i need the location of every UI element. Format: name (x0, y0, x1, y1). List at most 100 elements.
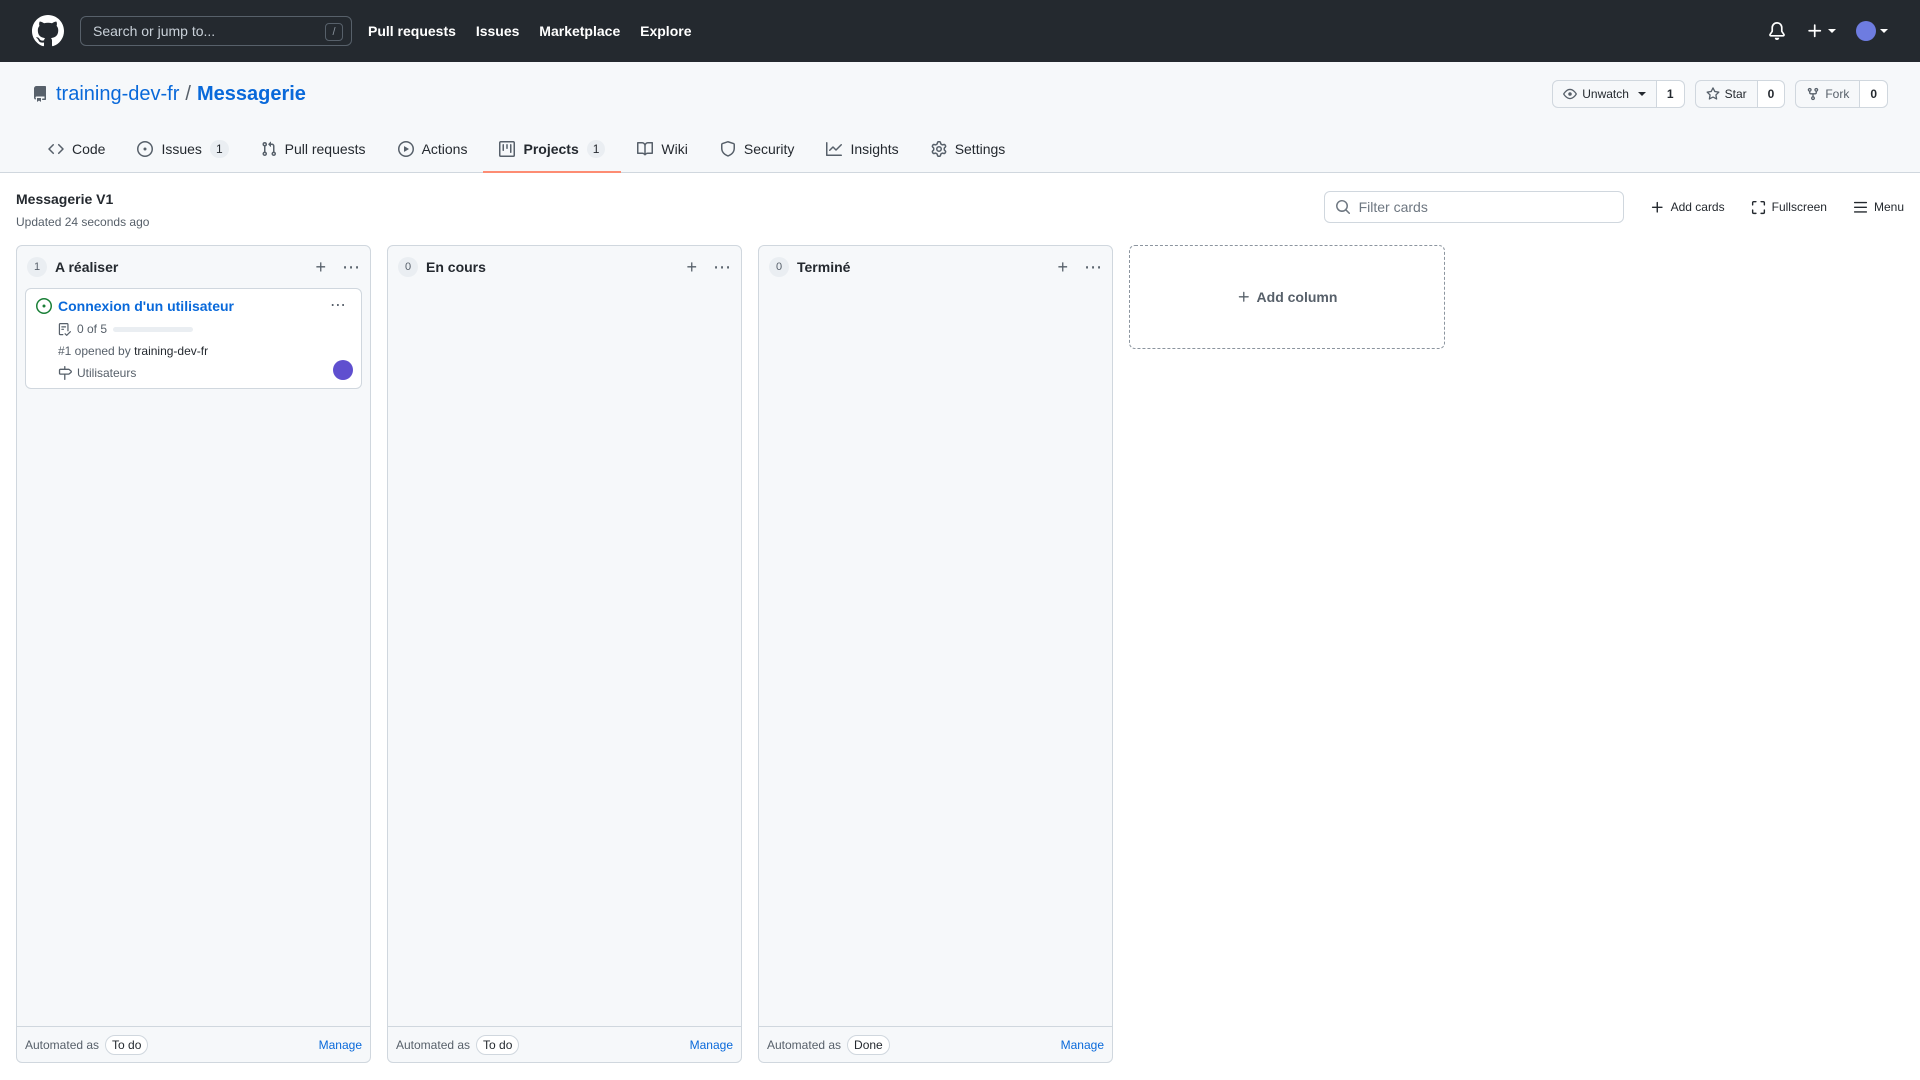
fullscreen-button[interactable]: Fullscreen (1751, 191, 1827, 223)
repo-tabs: Code Issues 1 Pull requests Actions Proj… (0, 126, 1920, 173)
issue-card-title-link[interactable]: Connexion d'un utilisateur (58, 298, 234, 314)
fullscreen-label: Fullscreen (1771, 200, 1827, 214)
add-cards-button[interactable]: Add cards (1650, 191, 1725, 223)
manage-automation-link[interactable]: Manage (319, 1038, 362, 1052)
add-column-button[interactable]: Add column (1129, 245, 1445, 349)
task-progress-bar (113, 326, 194, 332)
search-input[interactable]: Search or jump to... / (80, 16, 352, 46)
nav-explore[interactable]: Explore (640, 23, 691, 39)
menu-button[interactable]: Menu (1853, 191, 1904, 223)
repo-icon (34, 86, 46, 102)
manage-automation-link[interactable]: Manage (690, 1038, 733, 1052)
kebab-horizontal-icon[interactable]: ⋯ (1084, 257, 1102, 278)
watch-button-group: Unwatch 1 (1552, 80, 1685, 108)
issue-card[interactable]: Connexion d'un utilisateur ⋯ 0 of 5 #1 o… (25, 288, 362, 389)
fork-button[interactable]: Fork (1796, 81, 1859, 107)
milestone-label: Utilisateurs (77, 366, 137, 380)
user-menu[interactable] (1856, 21, 1888, 41)
tab-code[interactable]: Code (32, 126, 121, 172)
project-board: 1 A réaliser + ⋯ Connexion d'un utilisat… (0, 245, 1920, 1063)
tab-code-label: Code (72, 141, 106, 157)
project-title[interactable]: Messagerie V1 (16, 191, 149, 207)
issue-author-link[interactable]: training-dev-fr (134, 344, 208, 358)
forks-count[interactable]: 0 (1859, 81, 1887, 107)
column-title[interactable]: Terminé (797, 259, 850, 275)
eye-icon (1563, 88, 1578, 100)
gear-icon (931, 141, 947, 157)
nav-pull-requests[interactable]: Pull requests (368, 23, 456, 39)
tab-insights-label: Insights (850, 141, 899, 157)
nav-issues[interactable]: Issues (476, 23, 520, 39)
filter-cards-input[interactable]: Filter cards (1323, 191, 1624, 223)
bell-icon[interactable] (1768, 22, 1786, 40)
tab-security[interactable]: Security (704, 126, 811, 172)
tab-issues[interactable]: Issues 1 (121, 126, 244, 172)
tab-projects[interactable]: Projects 1 (483, 126, 622, 173)
star-icon (1706, 87, 1720, 100)
star-label: Star (1724, 87, 1747, 101)
add-card-plus-icon[interactable]: + (686, 257, 697, 278)
search-placeholder: Search or jump to... (93, 23, 216, 39)
avatar (1856, 21, 1876, 41)
search-shortcut-key: / (325, 23, 343, 41)
tab-pull-requests[interactable]: Pull requests (245, 126, 382, 172)
tab-insights[interactable]: Insights (810, 126, 914, 172)
kebab-horizontal-icon[interactable]: ⋯ (713, 257, 731, 278)
plus-icon (1651, 201, 1663, 213)
plus-icon (1238, 291, 1249, 302)
github-logo-icon[interactable] (32, 15, 64, 47)
task-progress-text: 0 of 5 (77, 322, 108, 336)
fork-button-group: Fork 0 (1795, 80, 1888, 108)
star-button-group: Star 0 (1694, 80, 1786, 108)
column-card-count: 0 (398, 257, 418, 277)
global-nav: Pull requests Issues Marketplace Explore (368, 23, 707, 39)
add-card-plus-icon[interactable]: + (315, 257, 326, 278)
issue-milestone[interactable]: Utilisateurs (58, 366, 351, 380)
repo-name-link[interactable]: Messagerie (197, 83, 306, 106)
column-card-count: 1 (27, 257, 47, 277)
nav-marketplace[interactable]: Marketplace (539, 23, 620, 39)
pull-request-icon (262, 141, 276, 157)
add-column-label: Add column (1256, 289, 1338, 305)
column-termine: 0 Terminé + ⋯ Automated as Done Manage (758, 245, 1113, 1063)
column-automation: Automated as To do Manage (388, 1026, 741, 1062)
watchers-count[interactable]: 1 (1655, 81, 1684, 107)
project-updated: Updated 24 seconds ago (16, 215, 150, 229)
tab-actions[interactable]: Actions (382, 126, 484, 172)
star-button[interactable]: Star (1696, 81, 1757, 107)
issue-icon (137, 141, 154, 157)
kebab-horizontal-icon[interactable]: ⋯ (342, 257, 360, 278)
chevron-down-icon (1637, 92, 1646, 96)
column-card-count: 0 (769, 257, 789, 277)
graph-icon (826, 142, 843, 156)
add-card-plus-icon[interactable]: + (1057, 257, 1068, 278)
column-automation: Automated as Done Manage (759, 1026, 1112, 1062)
manage-automation-link[interactable]: Manage (1061, 1038, 1104, 1052)
hamburger-icon (1853, 201, 1868, 213)
column-automation: Automated as To do Manage (17, 1026, 370, 1062)
column-title[interactable]: En cours (426, 259, 486, 275)
repo-header: training-dev-fr / Messagerie Unwatch 1 S… (0, 62, 1920, 173)
unwatch-label: Unwatch (1582, 87, 1629, 101)
create-new-menu[interactable] (1806, 22, 1836, 40)
issue-number-opened-by: #1 opened by (58, 344, 131, 358)
tab-settings[interactable]: Settings (915, 126, 1022, 172)
tab-projects-label: Projects (523, 141, 579, 157)
card-menu-icon[interactable]: ⋯ (330, 295, 347, 315)
stars-count[interactable]: 0 (1756, 81, 1785, 107)
repo-owner-link[interactable]: training-dev-fr (56, 83, 179, 106)
project-icon (499, 141, 516, 157)
assignee-avatar[interactable] (333, 360, 353, 380)
checklist-icon (58, 322, 71, 336)
tab-projects-count: 1 (586, 140, 606, 158)
column-title[interactable]: A réaliser (55, 259, 118, 275)
project-header: Messagerie V1 Updated 24 seconds ago Fil… (0, 173, 1920, 245)
column-en-cours: 0 En cours + ⋯ Automated as To do Manage (387, 245, 742, 1063)
tab-wiki[interactable]: Wiki (621, 126, 703, 172)
plus-icon (1808, 24, 1822, 38)
tab-pull-requests-label: Pull requests (284, 141, 366, 157)
fullscreen-icon (1751, 200, 1765, 214)
menu-label: Menu (1873, 200, 1904, 214)
unwatch-button[interactable]: Unwatch (1553, 81, 1656, 107)
column-a-realiser: 1 A réaliser + ⋯ Connexion d'un utilisat… (16, 245, 371, 1063)
